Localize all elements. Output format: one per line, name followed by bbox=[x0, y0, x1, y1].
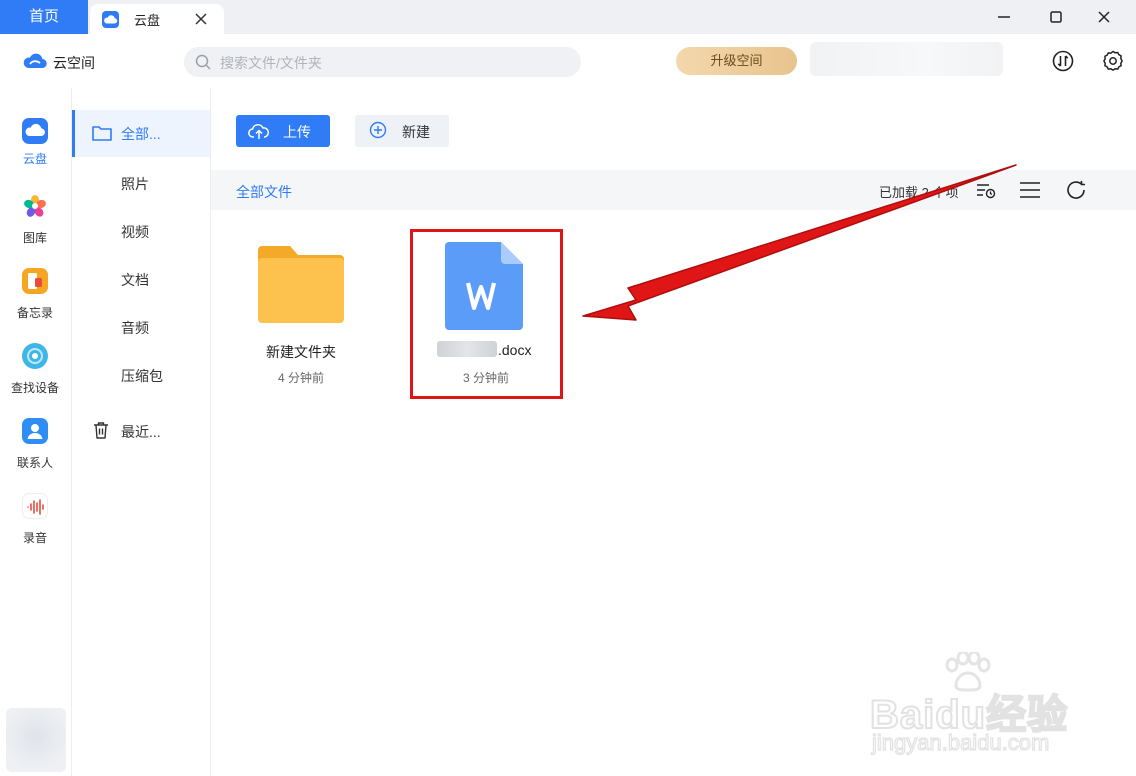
cloud-drive-icon bbox=[22, 118, 48, 144]
rail-item-gallery[interactable]: 图库 bbox=[0, 185, 72, 257]
cloud-logo-icon bbox=[22, 51, 48, 71]
search-placeholder: 搜索文件/文件夹 bbox=[220, 55, 322, 71]
file-time: 4 分钟前 bbox=[277, 371, 324, 385]
rail-label: 录音 bbox=[22, 531, 47, 545]
category-archives[interactable]: 压缩包 bbox=[121, 366, 163, 386]
rail-item-notes[interactable]: 备忘录 bbox=[0, 260, 72, 332]
breadcrumb-bar: 全部文件 已加载 2 个项 bbox=[211, 170, 1136, 210]
category-video[interactable]: 视频 bbox=[121, 222, 149, 242]
watermark: Baidu经验 jingyan.baidu.com bbox=[866, 650, 1076, 762]
account-info[interactable] bbox=[810, 42, 1003, 76]
brand-name: 云空间 bbox=[53, 55, 95, 71]
transfer-speed-icon[interactable] bbox=[1051, 49, 1075, 73]
file-item-folder[interactable]: 新建文件夹 4 分钟前 bbox=[247, 236, 355, 386]
find-device-icon bbox=[22, 343, 48, 369]
rail-label: 图库 bbox=[22, 231, 47, 245]
tab-cloud-drive[interactable]: 云盘 bbox=[90, 4, 224, 34]
refresh-icon[interactable] bbox=[1064, 178, 1088, 202]
rail-item-cloud-drive[interactable]: 云盘 bbox=[0, 110, 72, 182]
category-label: 全部... bbox=[121, 126, 161, 142]
close-tab-icon[interactable] bbox=[192, 10, 210, 28]
new-button[interactable]: 新建 bbox=[355, 115, 449, 147]
category-docs[interactable]: 文档 bbox=[121, 270, 149, 290]
gallery-icon bbox=[22, 193, 48, 219]
avatar[interactable] bbox=[6, 708, 66, 772]
plus-circle-icon bbox=[369, 121, 387, 142]
cloud-upload-icon bbox=[248, 121, 270, 144]
close-window-icon[interactable] bbox=[1093, 6, 1115, 28]
cloud-drive-icon bbox=[102, 11, 119, 28]
category-panel: 全部... 照片 视频 文档 音频 压缩包 最近... bbox=[72, 88, 211, 776]
folder-outline-icon bbox=[91, 123, 113, 148]
category-all[interactable]: 全部... bbox=[72, 110, 210, 157]
notes-icon bbox=[22, 268, 48, 294]
sort-icon[interactable] bbox=[974, 178, 998, 202]
list-view-icon[interactable] bbox=[1018, 178, 1042, 202]
watermark-url: jingyan.baidu.com bbox=[871, 729, 1050, 755]
minimize-icon[interactable] bbox=[993, 6, 1015, 28]
app-header: 云空间 搜索文件/文件夹 升级空间 bbox=[0, 34, 1136, 88]
file-name: 新建文件夹 bbox=[266, 344, 336, 360]
tab-label: 云盘 bbox=[134, 13, 161, 28]
rail-label: 备忘录 bbox=[16, 306, 53, 320]
upload-button[interactable]: 上传 bbox=[236, 115, 330, 147]
gear-icon[interactable] bbox=[1101, 49, 1125, 73]
category-photos[interactable]: 照片 bbox=[121, 174, 149, 194]
rail-item-contacts[interactable]: 联系人 bbox=[0, 410, 72, 482]
recorder-icon bbox=[22, 493, 48, 519]
upgrade-storage-button[interactable]: 升级空间 bbox=[676, 47, 797, 75]
trash-icon bbox=[92, 420, 110, 445]
search-icon bbox=[194, 53, 212, 71]
upload-label: 上传 bbox=[283, 124, 311, 140]
category-label: 最近... bbox=[121, 424, 161, 440]
contacts-icon bbox=[22, 418, 48, 444]
highlight-box bbox=[410, 229, 563, 399]
tab-home[interactable]: 首页 bbox=[0, 0, 88, 34]
rail-item-recorder[interactable]: 录音 bbox=[0, 485, 72, 557]
rail-label: 联系人 bbox=[16, 456, 53, 470]
folder-icon bbox=[256, 246, 346, 329]
rail-item-find-device[interactable]: 查找设备 bbox=[0, 335, 72, 407]
category-recent[interactable]: 最近... bbox=[72, 410, 210, 450]
maximize-icon[interactable] bbox=[1045, 6, 1067, 28]
rail-label: 查找设备 bbox=[10, 381, 59, 395]
rail-label: 云盘 bbox=[22, 152, 47, 166]
title-bar: 首页 云盘 bbox=[0, 0, 1136, 34]
breadcrumb[interactable]: 全部文件 bbox=[236, 182, 292, 202]
category-audio[interactable]: 音频 bbox=[121, 318, 149, 338]
loaded-count: 已加载 2 个项 bbox=[879, 185, 959, 200]
new-label: 新建 bbox=[402, 124, 430, 140]
app-rail: 云盘 图库 备忘录 查找设备 联系人 录音 bbox=[0, 88, 72, 776]
